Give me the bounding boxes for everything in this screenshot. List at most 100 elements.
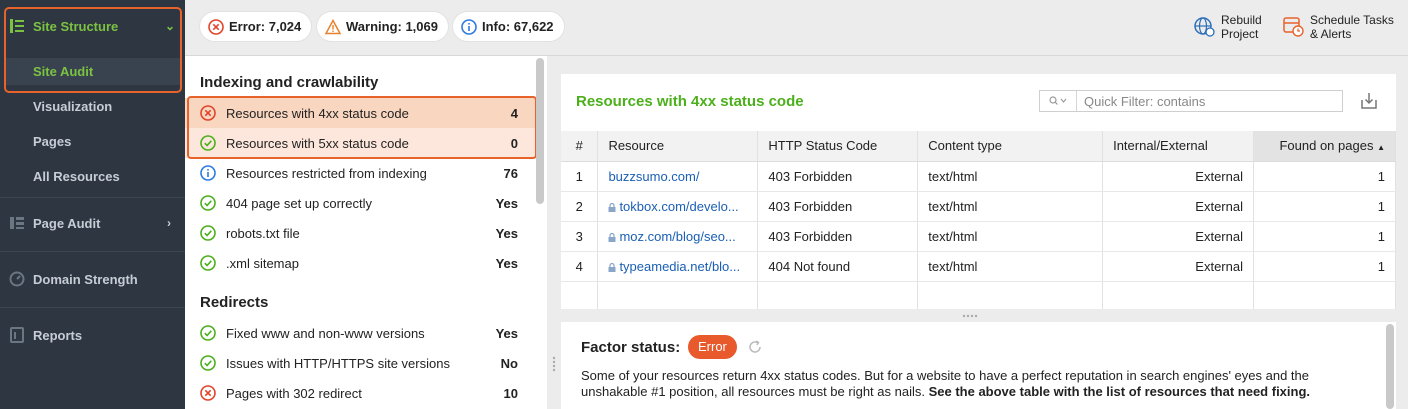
nav-pages[interactable]: Pages xyxy=(0,129,185,153)
col-header-content-type[interactable]: Content type xyxy=(917,131,1104,162)
resource-link[interactable]: moz.com/blog/seo... xyxy=(608,228,736,244)
factor-label: Resources restricted from indexing xyxy=(226,165,427,181)
nav-visualization-label: Visualization xyxy=(33,98,113,114)
resource-link[interactable]: tokbox.com/develo... xyxy=(608,199,739,214)
row-index: 2 xyxy=(561,191,599,222)
search-icon xyxy=(1049,96,1067,105)
schedule-tasks-button[interactable]: Schedule Tasks & Alerts xyxy=(1282,13,1394,41)
info-icon xyxy=(461,18,477,35)
chevron-right-icon: › xyxy=(167,216,171,230)
factor-row-restricted-indexing[interactable]: Resources restricted from indexing 76 xyxy=(185,158,535,188)
factor-label: .xml sitemap xyxy=(226,255,299,271)
filter-dropdown[interactable] xyxy=(1040,91,1077,111)
factor-value: Yes xyxy=(495,325,518,341)
factor-list-scrollbar[interactable] xyxy=(536,58,544,204)
resources-panel: Resources with 4xx status code # Resourc… xyxy=(561,74,1397,312)
warning-icon xyxy=(325,18,341,34)
resource-cell[interactable]: moz.com/blog/seo... xyxy=(597,221,759,252)
factor-row-www-versions[interactable]: Fixed www and non-www versions Yes xyxy=(185,318,535,348)
table-header-row: # Resource HTTP Status Code Content type… xyxy=(561,131,1397,162)
factor-value: No xyxy=(500,355,518,371)
error-icon xyxy=(200,385,216,401)
vertical-splitter-grip-icon[interactable] xyxy=(552,356,556,372)
nav-all-resources[interactable]: All Resources xyxy=(0,164,185,188)
status-badge: Error xyxy=(688,335,737,359)
panel-title: Resources with 4xx status code xyxy=(576,93,804,110)
found-on-pages-cell: 1 xyxy=(1253,251,1397,282)
table-row[interactable]: 4 typeamedia.net/blo... 404 Not found text/… xyxy=(561,251,1397,282)
nav-reports-label: Reports xyxy=(33,327,83,343)
row-index: 1 xyxy=(561,161,599,192)
warning-count-pill[interactable]: Warning: 1,069 xyxy=(317,12,448,41)
sidebar-divider xyxy=(0,251,185,252)
pane-splitter[interactable] xyxy=(561,309,1396,322)
schedule-label-2: & Alerts xyxy=(1310,27,1352,41)
resource-link[interactable]: typeamedia.net/blo... xyxy=(608,259,740,274)
factor-row-404-page[interactable]: 404 page set up correctly Yes xyxy=(185,188,535,218)
factor-status-pane: Factor status: Error Some of your resour… xyxy=(561,322,1396,409)
page-audit-icon xyxy=(9,215,25,231)
col-header-resource[interactable]: Resource xyxy=(597,131,759,162)
col-header-http-status[interactable]: HTTP Status Code xyxy=(757,131,919,162)
http-status-cell: 404 Not found xyxy=(757,251,919,282)
http-status-cell: 403 Forbidden xyxy=(757,221,919,252)
resource-cell[interactable]: buzzsumo.com/ xyxy=(597,161,759,192)
factor-value: Yes xyxy=(495,225,518,241)
resource-cell[interactable]: tokbox.com/develo... xyxy=(597,191,759,222)
factor-value: 76 xyxy=(503,165,518,181)
quick-filter[interactable] xyxy=(1039,90,1343,112)
nav-page-audit-label: Page Audit xyxy=(33,215,101,231)
error-icon xyxy=(208,18,224,35)
row-index: 4 xyxy=(561,251,599,282)
resource-link[interactable]: buzzsumo.com/ xyxy=(608,169,699,184)
factor-label: Issues with HTTP/HTTPS site versions xyxy=(226,355,450,371)
export-icon[interactable] xyxy=(1358,90,1380,112)
internal-external-cell: External xyxy=(1102,251,1254,282)
col-header-found-on-pages[interactable]: Found on pages ▲ xyxy=(1253,131,1397,162)
factor-row-robots-txt[interactable]: robots.txt file Yes xyxy=(185,218,535,248)
factor-row-xml-sitemap[interactable]: .xml sitemap Yes xyxy=(185,248,535,278)
factor-status-label: Factor status: xyxy=(581,339,681,356)
info-count-pill[interactable]: Info: 67,622 xyxy=(453,12,564,41)
table-row[interactable]: 2 tokbox.com/develo... 403 Forbidden text/h… xyxy=(561,191,1397,222)
nav-reports[interactable]: Reports xyxy=(0,323,185,347)
col-header-index[interactable]: # xyxy=(561,131,599,162)
factor-label: Pages with 302 redirect xyxy=(226,385,362,401)
factor-label: robots.txt file xyxy=(226,225,300,241)
found-on-pages-cell: 1 xyxy=(1253,161,1397,192)
factor-value: Yes xyxy=(495,255,518,271)
factor-status-scrollbar[interactable] xyxy=(1386,324,1394,409)
factor-row-http-https[interactable]: Issues with HTTP/HTTPS site versions No xyxy=(185,348,535,378)
resource-cell[interactable]: typeamedia.net/blo... xyxy=(597,251,759,282)
top-bar: Error: 7,024 Warning: 1,069 Info: 67,622… xyxy=(185,0,1408,56)
internal-external-cell: External xyxy=(1102,161,1254,192)
error-count-pill[interactable]: Error: 7,024 xyxy=(200,12,312,41)
resources-table: # Resource HTTP Status Code Content type… xyxy=(561,131,1397,312)
factor-label: Fixed www and non-www versions xyxy=(226,325,425,341)
check-icon xyxy=(200,195,216,211)
table-row[interactable]: 3 moz.com/blog/seo... 403 Forbidden text/ht… xyxy=(561,221,1397,252)
splitter-grip-icon[interactable] xyxy=(962,314,978,318)
refresh-icon[interactable] xyxy=(747,339,763,355)
lock-icon xyxy=(608,262,616,272)
gauge-icon xyxy=(9,271,25,287)
row-index: 3 xyxy=(561,221,599,252)
section-heading-redirects: Redirects xyxy=(200,294,269,311)
table-row[interactable]: 1 buzzsumo.com/403 Forbidden text/html Exte… xyxy=(561,161,1397,192)
rebuild-project-button[interactable]: Rebuild Project xyxy=(1193,13,1262,41)
col-header-internal-external[interactable]: Internal/External xyxy=(1102,131,1254,162)
factor-status-text-bold: See the above table with the list of res… xyxy=(928,384,1311,399)
factor-label: 404 page set up correctly xyxy=(226,195,372,211)
nav-domain-strength[interactable]: Domain Strength xyxy=(0,267,185,291)
found-on-pages-label: Found on pages xyxy=(1279,138,1374,154)
found-on-pages-cell: 1 xyxy=(1253,191,1397,222)
http-status-cell: 403 Forbidden xyxy=(757,161,919,192)
filter-input[interactable] xyxy=(1077,91,1337,111)
factor-row-302-redirect[interactable]: Pages with 302 redirect 10 xyxy=(185,378,535,408)
section-heading-indexing: Indexing and crawlability xyxy=(200,74,379,91)
nav-visualization[interactable]: Visualization xyxy=(0,94,185,118)
factor-status-description: Some of your resources return 4xx status… xyxy=(581,368,1371,400)
globe-refresh-icon xyxy=(1194,17,1215,37)
nav-page-audit[interactable]: Page Audit › xyxy=(0,211,185,235)
resource-url: moz.com/blog/seo... xyxy=(619,228,736,244)
